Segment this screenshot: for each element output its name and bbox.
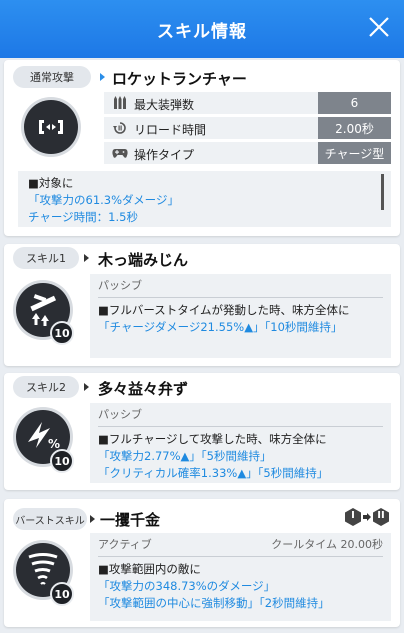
stat-value: 6 bbox=[318, 92, 391, 114]
desc-line: 「チャージダメージ21.55%▲」「10秒間維持」 bbox=[98, 320, 343, 334]
skill-type: アクティブ bbox=[98, 538, 152, 551]
header-bar: スキル情報 bbox=[0, 0, 404, 58]
desc-line: 「攻撃力の61.3%ダメージ」 bbox=[28, 193, 179, 207]
weapon-tag: 通常攻撃 bbox=[13, 66, 91, 88]
desc-line: チャージ時間：1.5秒 bbox=[28, 210, 138, 224]
burst-tag: バーストスキル bbox=[13, 508, 87, 530]
arrow-right-icon bbox=[363, 513, 371, 521]
controller-icon bbox=[112, 149, 128, 158]
description-scrollbar[interactable] bbox=[381, 174, 384, 210]
stat-value: チャージ型 bbox=[318, 142, 391, 164]
arrow-icon bbox=[100, 73, 105, 81]
arrow-icon bbox=[90, 515, 95, 523]
skill2-card: スキル2 多々益々弁ず % 10 パッシブ ■フルチャージして攻撃した時、味方全… bbox=[4, 373, 400, 490]
cooldown-label: クールタイム 20.00秒 bbox=[271, 538, 383, 551]
skill1-name: 木っ端みじん bbox=[98, 251, 189, 269]
stat-row-reload: リロード時間 2.00秒 bbox=[104, 117, 391, 139]
stat-label: 最大装弾数 bbox=[134, 98, 195, 112]
burst-description: アクティブ クールタイム 20.00秒 ■攻撃範囲内の敵に 「攻撃力の348.7… bbox=[90, 533, 391, 621]
desc-line: 「攻撃力の348.73%のダメージ」 bbox=[98, 579, 276, 593]
stat-label: 操作タイプ bbox=[134, 148, 195, 162]
skill2-name: 多々益々弁ず bbox=[98, 380, 189, 398]
skill1-description: パッシブ ■フルバーストタイムが発動した時、味方全体に 「チャージダメージ21.… bbox=[90, 274, 391, 358]
desc-line: ■攻撃範囲内の敵に bbox=[98, 562, 201, 576]
desc-line: ■対象に bbox=[28, 176, 74, 190]
arrow-icon bbox=[84, 383, 89, 391]
burst-name: 一攫千金 bbox=[100, 511, 161, 529]
page-title: スキル情報 bbox=[157, 22, 247, 42]
weapon-name: ロケットランチャー bbox=[112, 70, 247, 88]
burst-stage-indicator: I II bbox=[344, 508, 390, 526]
weapon-description: ■対象に 「攻撃力の61.3%ダメージ」 チャージ時間：1.5秒 bbox=[18, 171, 391, 227]
stage-to-label: II bbox=[377, 510, 385, 521]
stat-row-control-type: 操作タイプ チャージ型 bbox=[104, 142, 391, 164]
desc-line: ■フルバーストタイムが発動した時、味方全体に bbox=[98, 303, 350, 317]
stage-from-label: I bbox=[351, 510, 355, 521]
reload-icon bbox=[113, 122, 126, 134]
skill1-card: スキル1 木っ端みじん 10 パッシブ ■フルバーストタイムが発動した時、味方全… bbox=[4, 244, 400, 366]
weapon-card: 通常攻撃 ロケットランチャー 最大装弾数 6 リロード時間 2.00秒 操作タイ… bbox=[4, 60, 400, 236]
desc-line: 「クリティカル確率1.33%▲」「5秒間維持」 bbox=[98, 466, 329, 480]
desc-line: 「攻撃範囲の中心に強制移動」「2秒間維持」 bbox=[98, 596, 330, 610]
stat-label: リロード時間 bbox=[134, 123, 207, 137]
skill1-tag: スキル1 bbox=[13, 247, 79, 269]
skill-level-badge: 10 bbox=[50, 321, 74, 345]
skill-type: パッシブ bbox=[98, 403, 383, 427]
stat-value: 2.00秒 bbox=[318, 117, 391, 139]
skill-level-badge: 10 bbox=[50, 449, 74, 473]
skill-type: パッシブ bbox=[98, 274, 383, 298]
stat-row-ammo: 最大装弾数 6 bbox=[104, 92, 391, 114]
ammo-icon bbox=[114, 96, 126, 109]
skill-type-row: アクティブ クールタイム 20.00秒 bbox=[98, 533, 383, 557]
skill2-tag: スキル2 bbox=[13, 376, 79, 398]
skill-level-badge: 10 bbox=[50, 582, 74, 606]
burst-card: バーストスキル 一攫千金 I II 10 アクティブ クールタイム 20.00秒… bbox=[4, 499, 400, 627]
arrow-icon bbox=[84, 254, 89, 262]
desc-line: 「攻撃力2.77%▲」「5秒間維持」 bbox=[98, 449, 272, 463]
desc-line: ■フルチャージして攻撃した時、味方全体に bbox=[98, 432, 327, 446]
rocket-launcher-icon bbox=[21, 97, 81, 157]
close-icon[interactable] bbox=[366, 14, 392, 40]
skill2-description: パッシブ ■フルチャージして攻撃した時、味方全体に 「攻撃力2.77%▲」「5秒… bbox=[90, 403, 391, 483]
